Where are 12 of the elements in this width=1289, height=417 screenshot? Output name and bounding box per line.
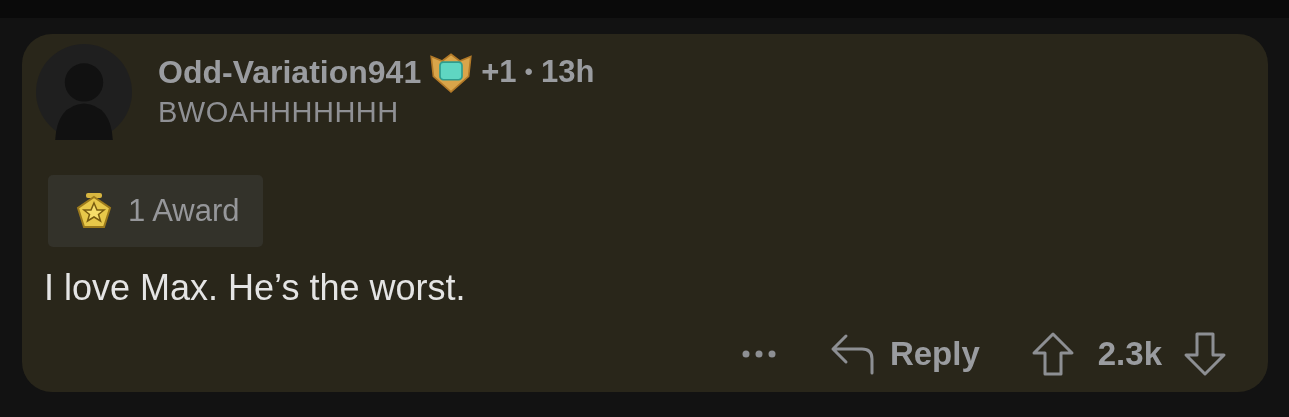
timestamp: 13h [540,54,595,90]
reply-button[interactable]: Reply [829,333,980,375]
vote-score: 2.3k [1097,335,1162,373]
star-medal-icon [74,191,114,231]
user-flair: BWOAHHHHHHH [158,96,400,129]
separator-dot: • [524,58,533,86]
username[interactable]: Odd-Variation941 [158,53,422,91]
award-chip[interactable]: 1 Award [48,175,264,247]
comment-text: I love Max. He’s the worst. [44,267,467,309]
karma-count: +1 [481,54,517,90]
reply-arrow-icon [829,333,876,375]
downvote-icon[interactable] [1182,331,1228,377]
